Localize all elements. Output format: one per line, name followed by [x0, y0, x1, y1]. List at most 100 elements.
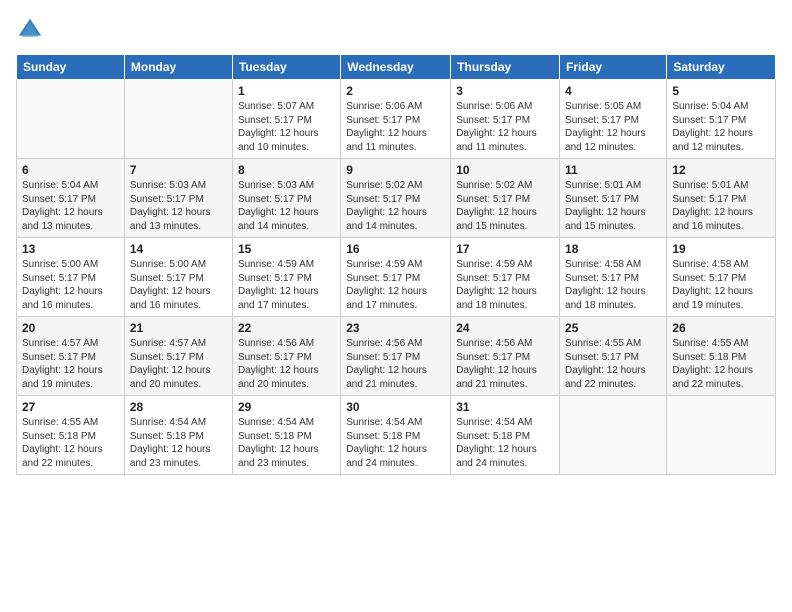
day-info: Sunrise: 5:07 AM Sunset: 5:17 PM Dayligh… — [238, 100, 335, 154]
day-number: 11 — [565, 163, 661, 177]
day-info: Sunrise: 5:04 AM Sunset: 5:17 PM Dayligh… — [22, 179, 119, 233]
day-number: 23 — [346, 321, 445, 335]
day-number: 28 — [130, 400, 227, 414]
day-number: 25 — [565, 321, 661, 335]
calendar-cell: 16 Sunrise: 4:59 AM Sunset: 5:17 PM Dayli… — [341, 238, 451, 317]
day-info: Sunrise: 4:58 AM Sunset: 5:17 PM Dayligh… — [565, 258, 661, 312]
day-number: 27 — [22, 400, 119, 414]
calendar-cell: 6 Sunrise: 5:04 AM Sunset: 5:17 PM Daylig… — [17, 159, 125, 238]
day-number: 1 — [238, 84, 335, 98]
calendar-cell: 17 Sunrise: 4:59 AM Sunset: 5:17 PM Dayli… — [451, 238, 560, 317]
calendar-cell: 20 Sunrise: 4:57 AM Sunset: 5:17 PM Dayli… — [17, 317, 125, 396]
day-info: Sunrise: 5:06 AM Sunset: 5:17 PM Dayligh… — [346, 100, 445, 154]
calendar-cell: 7 Sunrise: 5:03 AM Sunset: 5:17 PM Daylig… — [124, 159, 232, 238]
day-number: 18 — [565, 242, 661, 256]
day-number: 3 — [456, 84, 554, 98]
calendar-cell: 10 Sunrise: 5:02 AM Sunset: 5:17 PM Dayli… — [451, 159, 560, 238]
day-number: 19 — [672, 242, 770, 256]
day-number: 20 — [22, 321, 119, 335]
day-info: Sunrise: 5:00 AM Sunset: 5:17 PM Dayligh… — [130, 258, 227, 312]
day-number: 15 — [238, 242, 335, 256]
day-number: 4 — [565, 84, 661, 98]
calendar-cell: 5 Sunrise: 5:04 AM Sunset: 5:17 PM Daylig… — [667, 80, 776, 159]
day-info: Sunrise: 4:56 AM Sunset: 5:17 PM Dayligh… — [456, 337, 554, 391]
calendar-cell: 29 Sunrise: 4:54 AM Sunset: 5:18 PM Dayli… — [232, 396, 340, 475]
calendar-cell — [667, 396, 776, 475]
calendar-week-row: 20 Sunrise: 4:57 AM Sunset: 5:17 PM Dayli… — [17, 317, 776, 396]
day-header-saturday: Saturday — [667, 55, 776, 80]
day-info: Sunrise: 5:05 AM Sunset: 5:17 PM Dayligh… — [565, 100, 661, 154]
calendar-cell: 13Sunrise: 5:00 AM Sunset: 5:17 PM Dayli… — [17, 238, 125, 317]
day-number: 26 — [672, 321, 770, 335]
day-info: Sunrise: 5:01 AM Sunset: 5:17 PM Dayligh… — [672, 179, 770, 233]
calendar-week-row: 1 Sunrise: 5:07 AM Sunset: 5:17 PM Daylig… — [17, 80, 776, 159]
day-number: 7 — [130, 163, 227, 177]
day-info: Sunrise: 4:55 AM Sunset: 5:18 PM Dayligh… — [22, 416, 119, 470]
calendar-cell: 9Sunrise: 5:02 AM Sunset: 5:17 PM Daylig… — [341, 159, 451, 238]
calendar-cell: 22 Sunrise: 4:56 AM Sunset: 5:17 PM Dayli… — [232, 317, 340, 396]
calendar-cell: 12Sunrise: 5:01 AM Sunset: 5:17 PM Dayli… — [667, 159, 776, 238]
day-info: Sunrise: 4:55 AM Sunset: 5:18 PM Dayligh… — [672, 337, 770, 391]
day-header-thursday: Thursday — [451, 55, 560, 80]
calendar-cell: 31 Sunrise: 4:54 AM Sunset: 5:18 PM Dayli… — [451, 396, 560, 475]
day-info: Sunrise: 4:59 AM Sunset: 5:17 PM Dayligh… — [346, 258, 445, 312]
calendar-cell: 1 Sunrise: 5:07 AM Sunset: 5:17 PM Daylig… — [232, 80, 340, 159]
calendar-cell: 4 Sunrise: 5:05 AM Sunset: 5:17 PM Daylig… — [560, 80, 667, 159]
day-info: Sunrise: 5:04 AM Sunset: 5:17 PM Dayligh… — [672, 100, 770, 154]
calendar-cell: 18 Sunrise: 4:58 AM Sunset: 5:17 PM Dayli… — [560, 238, 667, 317]
day-info: Sunrise: 4:58 AM Sunset: 5:17 PM Dayligh… — [672, 258, 770, 312]
day-number: 16 — [346, 242, 445, 256]
day-number: 8 — [238, 163, 335, 177]
calendar-table: SundayMondayTuesdayWednesdayThursdayFrid… — [16, 54, 776, 475]
day-info: Sunrise: 4:59 AM Sunset: 5:17 PM Dayligh… — [238, 258, 335, 312]
day-number: 9 — [346, 163, 445, 177]
logo — [16, 16, 48, 44]
day-info: Sunrise: 4:54 AM Sunset: 5:18 PM Dayligh… — [456, 416, 554, 470]
calendar-cell: 25 Sunrise: 4:55 AM Sunset: 5:17 PM Dayli… — [560, 317, 667, 396]
calendar-cell: 21Sunrise: 4:57 AM Sunset: 5:17 PM Dayli… — [124, 317, 232, 396]
day-number: 14 — [130, 242, 227, 256]
day-number: 22 — [238, 321, 335, 335]
calendar-cell: 24 Sunrise: 4:56 AM Sunset: 5:17 PM Dayli… — [451, 317, 560, 396]
calendar-cell: 19 Sunrise: 4:58 AM Sunset: 5:17 PM Dayli… — [667, 238, 776, 317]
page-header — [16, 16, 776, 44]
calendar-cell — [560, 396, 667, 475]
day-info: Sunrise: 5:00 AM Sunset: 5:17 PM Dayligh… — [22, 258, 119, 312]
day-header-wednesday: Wednesday — [341, 55, 451, 80]
day-info: Sunrise: 4:56 AM Sunset: 5:17 PM Dayligh… — [238, 337, 335, 391]
calendar-cell — [124, 80, 232, 159]
day-number: 29 — [238, 400, 335, 414]
calendar-cell: 2 Sunrise: 5:06 AM Sunset: 5:17 PM Daylig… — [341, 80, 451, 159]
day-info: Sunrise: 5:02 AM Sunset: 5:17 PM Dayligh… — [456, 179, 554, 233]
day-number: 31 — [456, 400, 554, 414]
day-header-tuesday: Tuesday — [232, 55, 340, 80]
day-number: 17 — [456, 242, 554, 256]
day-info: Sunrise: 5:06 AM Sunset: 5:17 PM Dayligh… — [456, 100, 554, 154]
day-header-monday: Monday — [124, 55, 232, 80]
calendar-cell: 14 Sunrise: 5:00 AM Sunset: 5:17 PM Dayli… — [124, 238, 232, 317]
day-info: Sunrise: 5:01 AM Sunset: 5:17 PM Dayligh… — [565, 179, 661, 233]
day-info: Sunrise: 4:54 AM Sunset: 5:18 PM Dayligh… — [238, 416, 335, 470]
calendar-cell: 27 Sunrise: 4:55 AM Sunset: 5:18 PM Dayli… — [17, 396, 125, 475]
day-info: Sunrise: 4:59 AM Sunset: 5:17 PM Dayligh… — [456, 258, 554, 312]
calendar-week-row: 27 Sunrise: 4:55 AM Sunset: 5:18 PM Dayli… — [17, 396, 776, 475]
day-info: Sunrise: 4:57 AM Sunset: 5:17 PM Dayligh… — [22, 337, 119, 391]
day-number: 21 — [130, 321, 227, 335]
calendar-cell: 15 Sunrise: 4:59 AM Sunset: 5:17 PM Dayli… — [232, 238, 340, 317]
calendar-cell: 28 Sunrise: 4:54 AM Sunset: 5:18 PM Dayli… — [124, 396, 232, 475]
day-header-friday: Friday — [560, 55, 667, 80]
calendar-header-row: SundayMondayTuesdayWednesdayThursdayFrid… — [17, 55, 776, 80]
day-number: 2 — [346, 84, 445, 98]
day-number: 24 — [456, 321, 554, 335]
calendar-week-row: 6 Sunrise: 5:04 AM Sunset: 5:17 PM Daylig… — [17, 159, 776, 238]
day-info: Sunrise: 4:54 AM Sunset: 5:18 PM Dayligh… — [130, 416, 227, 470]
day-number: 10 — [456, 163, 554, 177]
calendar-cell: 26 Sunrise: 4:55 AM Sunset: 5:18 PM Dayli… — [667, 317, 776, 396]
calendar-cell: 11 Sunrise: 5:01 AM Sunset: 5:17 PM Dayli… — [560, 159, 667, 238]
day-number: 6 — [22, 163, 119, 177]
calendar-cell: 3 Sunrise: 5:06 AM Sunset: 5:17 PM Daylig… — [451, 80, 560, 159]
day-info: Sunrise: 4:55 AM Sunset: 5:17 PM Dayligh… — [565, 337, 661, 391]
day-info: Sunrise: 5:03 AM Sunset: 5:17 PM Dayligh… — [130, 179, 227, 233]
day-info: Sunrise: 4:56 AM Sunset: 5:17 PM Dayligh… — [346, 337, 445, 391]
day-number: 5 — [672, 84, 770, 98]
